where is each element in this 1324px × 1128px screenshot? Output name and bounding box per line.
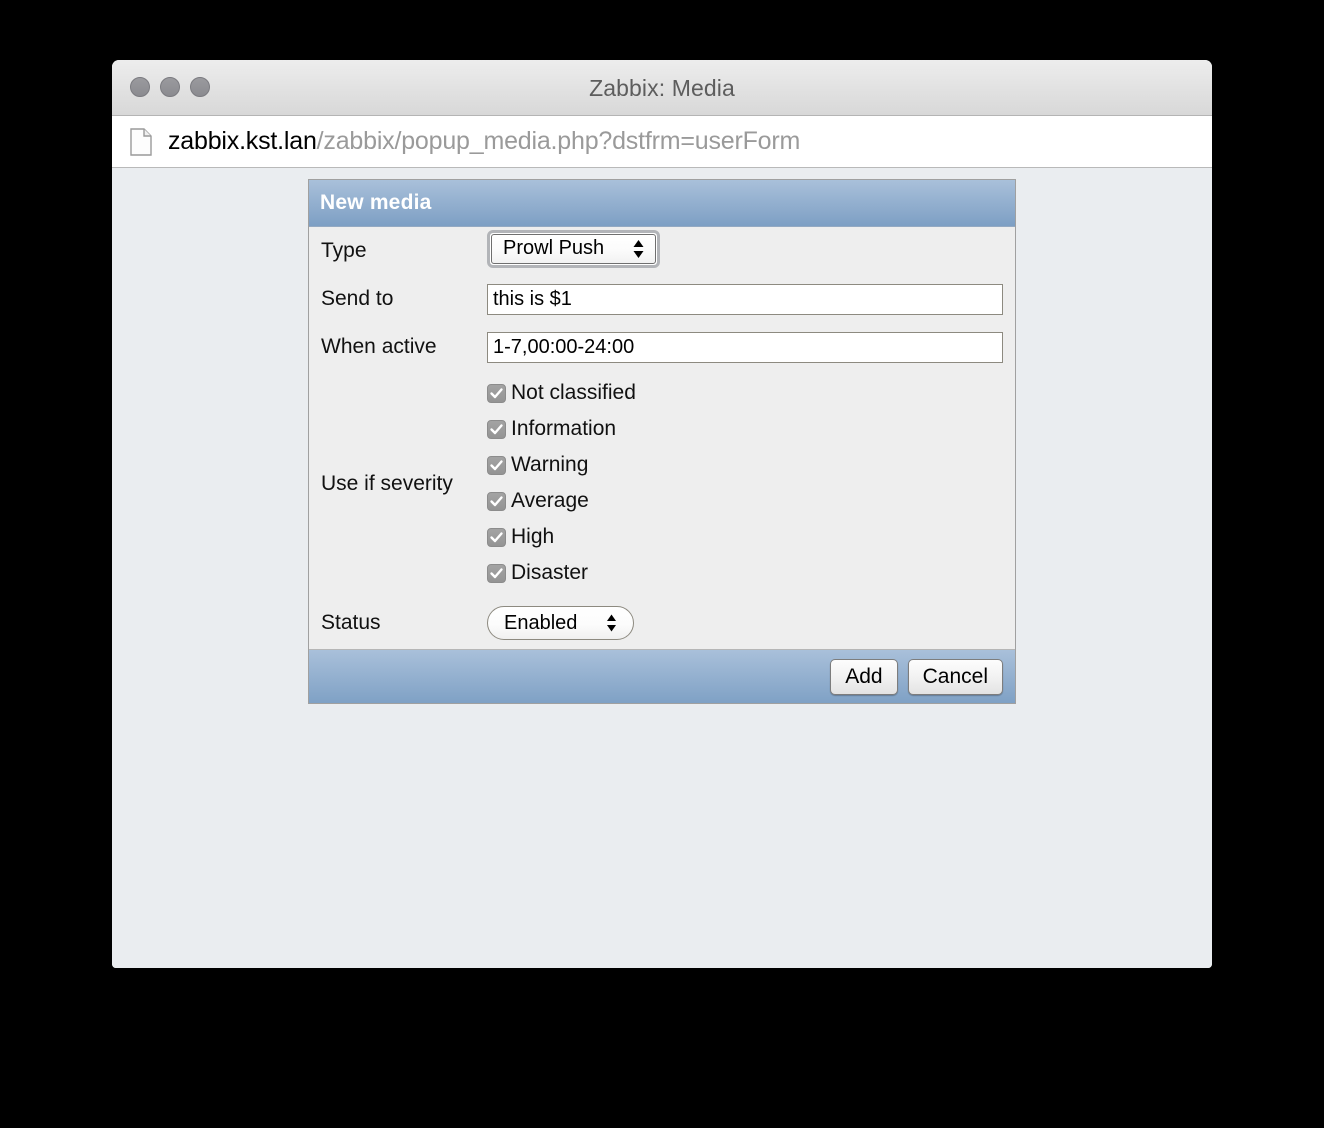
browser-window: Zabbix: Media zabbix.kst.lan/zabbix/popu… (112, 60, 1212, 968)
severity-item[interactable]: Warning (487, 447, 1015, 483)
severity-item-label: Average (511, 489, 589, 512)
form-title: New media (320, 191, 432, 214)
severity-item-label: Disaster (511, 561, 589, 584)
form-header: New media (309, 180, 1015, 227)
type-select-value: Prowl Push (503, 237, 605, 259)
checkbox-checked-icon[interactable] (487, 419, 506, 439)
checkbox-checked-icon[interactable] (487, 563, 506, 583)
severity-item[interactable]: Not classified (487, 375, 1015, 411)
severity-item-label: Warning (511, 453, 589, 476)
send-to-label: Send to (321, 287, 394, 310)
checkbox-checked-icon[interactable] (487, 527, 506, 547)
form-row-severity: Use if severity Not classified Informati… (309, 371, 1015, 597)
severity-item-label: High (511, 525, 555, 548)
url-text: zabbix.kst.lan/zabbix/popup_media.php?ds… (168, 127, 800, 156)
severity-label: Use if severity (321, 472, 453, 495)
new-media-form: New media Type Prowl Push Send to this i… (308, 179, 1016, 704)
status-field: Enabled (487, 606, 1015, 640)
severity-item[interactable]: Disaster (487, 555, 1015, 591)
form-row-send-to: Send to (309, 275, 1015, 323)
type-select[interactable]: Prowl Push (487, 229, 660, 268)
severity-item-label: Not classified (511, 381, 636, 404)
severity-item[interactable]: Information (487, 411, 1015, 447)
when-active-label: When active (321, 335, 437, 358)
cancel-button[interactable]: Cancel (907, 658, 1003, 695)
window-titlebar: Zabbix: Media (112, 60, 1212, 116)
form-row-status: Status Enabled (309, 597, 1015, 649)
checkbox-checked-icon[interactable] (487, 455, 506, 475)
send-to-field (487, 283, 1015, 315)
form-body: Type Prowl Push Send to this is $1 When … (309, 227, 1015, 649)
checkbox-checked-icon[interactable] (487, 491, 506, 511)
url-host: zabbix.kst.lan (168, 127, 317, 155)
severity-item[interactable]: Average (487, 483, 1015, 519)
updown-arrows-icon (605, 613, 618, 633)
form-footer: Add Cancel (309, 649, 1015, 703)
page-content: New media Type Prowl Push Send to this i… (112, 168, 1212, 968)
when-active-field (487, 331, 1015, 363)
type-field: Prowl Push (487, 229, 1015, 273)
add-button[interactable]: Add (830, 658, 898, 695)
type-label: Type (321, 239, 367, 262)
url-path: /zabbix/popup_media.php?dstfrm=userForm (316, 127, 801, 155)
severity-item[interactable]: High (487, 519, 1015, 555)
form-row-when-active: When active (309, 323, 1015, 371)
when-active-input[interactable] (487, 331, 1003, 363)
url-bar[interactable]: zabbix.kst.lan/zabbix/popup_media.php?ds… (112, 116, 1212, 168)
status-select[interactable]: Enabled (487, 606, 634, 640)
window-title: Zabbix: Media (589, 75, 735, 101)
checkbox-checked-icon[interactable] (487, 383, 506, 403)
updown-arrows-icon (632, 238, 645, 260)
document-icon (130, 127, 152, 156)
send-to-input[interactable] (487, 283, 1003, 315)
status-label: Status (321, 611, 381, 634)
form-row-type: Type Prowl Push (309, 227, 1015, 275)
severity-checkbox-list: Not classified Information Warning Avera… (487, 371, 1015, 597)
severity-item-label: Information (511, 417, 617, 440)
status-select-value: Enabled (504, 611, 578, 634)
